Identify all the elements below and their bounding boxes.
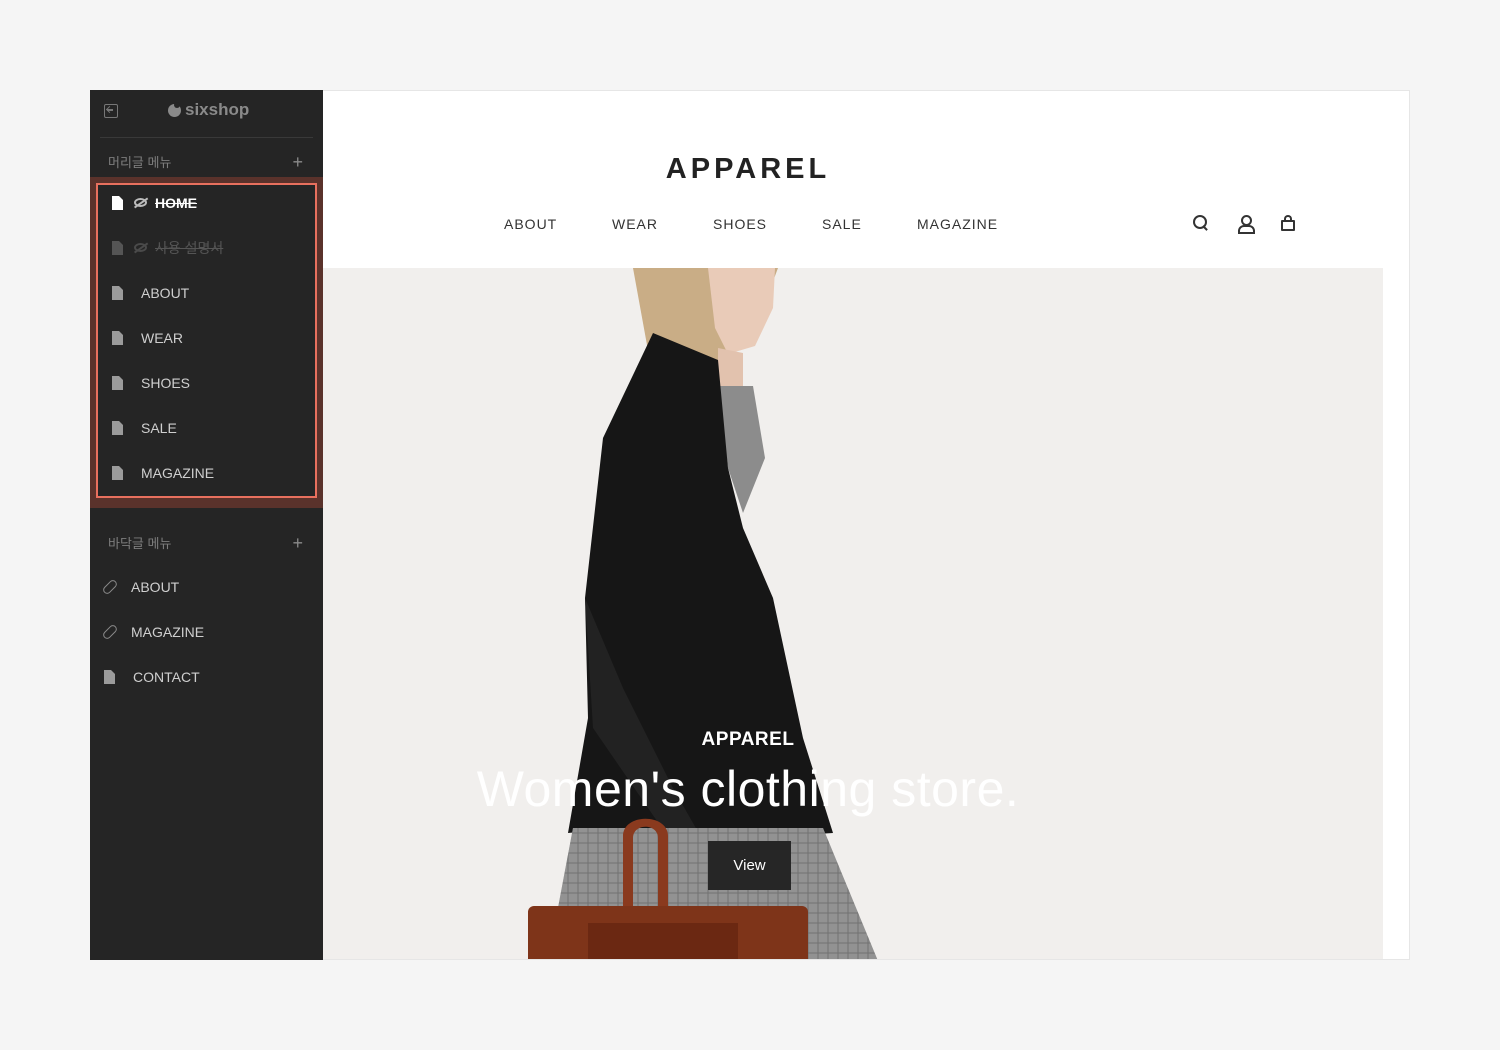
brand-name: sixshop — [185, 100, 250, 119]
menu-item-label: MAGAZINE — [141, 464, 215, 481]
page-icon — [112, 195, 123, 210]
link-icon — [101, 578, 119, 595]
footer-menu-item-magazine[interactable]: MAGAZINE — [90, 609, 323, 654]
header-menu-item-shoes[interactable]: SHOES — [98, 360, 315, 405]
menu-item-label: 사용 설명서 — [155, 239, 224, 256]
footer-menu-section-title: 바닥글 메뉴 + — [108, 533, 303, 552]
menu-item-label: WEAR — [141, 329, 183, 346]
header-menu-list: HOME 사용 설명서 ABOUT WEAR SHOES SALE MAGAZI… — [96, 183, 317, 498]
add-footer-menu-button[interactable]: + — [292, 534, 303, 552]
exit-icon[interactable] — [104, 104, 118, 118]
page-icon — [104, 669, 115, 684]
site-editor-sidebar: sixshop 머리글 메뉴 + HOME 사용 설명서 ABOUT WEAR … — [90, 90, 323, 960]
header-menu-highlight: HOME 사용 설명서 ABOUT WEAR SHOES SALE MAGAZI… — [90, 177, 323, 508]
header-menu-item-wear[interactable]: WEAR — [98, 315, 315, 360]
header-menu-item-magazine[interactable]: MAGAZINE — [98, 450, 315, 495]
menu-item-label: SHOES — [141, 374, 191, 391]
add-header-menu-button[interactable]: + — [292, 153, 303, 171]
menu-item-label: MAGAZINE — [131, 623, 205, 640]
hero-subtitle: APPAREL — [701, 729, 795, 750]
header-menu-item-home[interactable]: HOME — [98, 180, 315, 225]
menu-item-label: ABOUT — [131, 578, 180, 595]
page-icon — [112, 240, 123, 255]
site-preview: APPAREL ABOUT WEAR SHOES SALE MAGAZINE A… — [323, 90, 1410, 960]
site-logo[interactable]: APPAREL — [323, 153, 1173, 186]
brand-logo: sixshop — [168, 100, 249, 120]
header-menu-item-guide[interactable]: 사용 설명서 — [98, 225, 315, 270]
nav-item-sale[interactable]: SALE — [822, 216, 862, 232]
page-icon — [112, 465, 123, 480]
nav-item-magazine[interactable]: MAGAZINE — [917, 216, 998, 232]
sidebar-top: sixshop — [100, 90, 313, 138]
hero-model-image — [323, 268, 1383, 959]
nav-item-about[interactable]: ABOUT — [504, 216, 557, 232]
nav-item-wear[interactable]: WEAR — [612, 216, 658, 232]
hero-title: Women's clothing store. — [476, 761, 1020, 817]
header-menu-item-sale[interactable]: SALE — [98, 405, 315, 450]
page-icon — [112, 330, 123, 345]
menu-item-label: CONTACT — [133, 668, 200, 685]
search-icon[interactable] — [1193, 215, 1209, 231]
hero-banner: APPAREL Women's clothing store. View — [323, 268, 1383, 959]
menu-item-label: HOME — [155, 194, 197, 211]
page-icon — [112, 375, 123, 390]
hidden-eye-icon[interactable] — [134, 243, 147, 252]
header-menu-section-title: 머리글 메뉴 + — [108, 152, 303, 171]
user-icon[interactable] — [1237, 215, 1255, 234]
header-menu-title: 머리글 메뉴 — [108, 155, 172, 170]
header-menu-item-about[interactable]: ABOUT — [98, 270, 315, 315]
menu-item-label: ABOUT — [141, 284, 190, 301]
footer-menu-item-about[interactable]: ABOUT — [90, 564, 323, 609]
hidden-eye-icon[interactable] — [134, 198, 147, 207]
footer-menu-title: 바닥글 메뉴 — [108, 536, 172, 551]
page-icon — [112, 285, 123, 300]
bag-icon[interactable] — [1281, 215, 1295, 231]
nav-item-shoes[interactable]: SHOES — [713, 216, 767, 232]
sixshop-logo-icon — [168, 101, 181, 117]
footer-menu-item-contact[interactable]: CONTACT — [90, 654, 323, 699]
view-button[interactable]: View — [708, 841, 791, 890]
link-icon — [101, 623, 119, 640]
header-icons — [1193, 215, 1295, 234]
page-icon — [112, 420, 123, 435]
menu-item-label: SALE — [141, 419, 177, 436]
